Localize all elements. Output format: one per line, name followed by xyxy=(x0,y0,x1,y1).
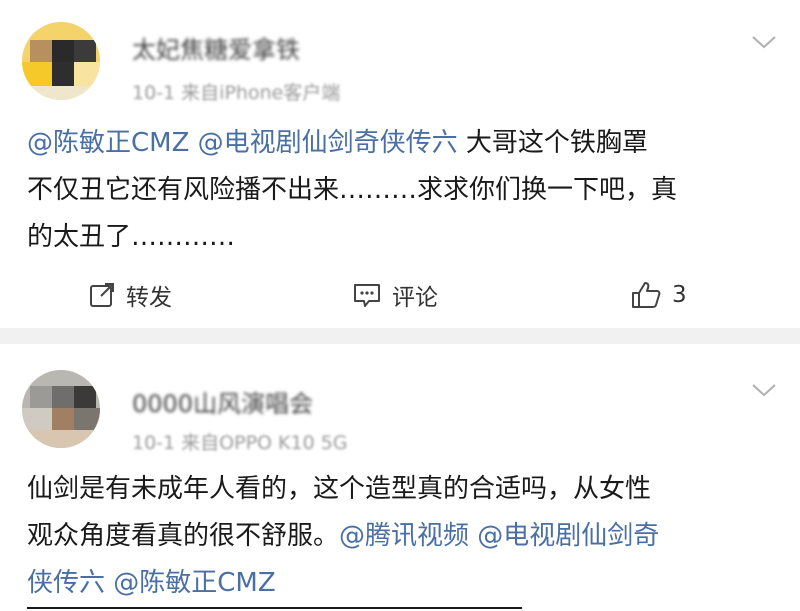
like-button[interactable]: 3 xyxy=(630,278,687,312)
content-text: 仙剑是有未成年人看的，这个造型真的合适吗，从女性 xyxy=(27,474,652,504)
post-content: 仙剑是有未成年人看的，这个造型真的合适吗，从女性 观众角度看真的很不舒服。@腾讯… xyxy=(27,466,777,607)
post-meta: 10-1 来自OPPO K10 5G xyxy=(132,432,348,454)
mention-links[interactable]: @腾讯视频 @电视剧仙剑奇 xyxy=(339,521,659,551)
post-meta: 10-1 来自iPhone客户端 xyxy=(132,82,341,104)
post-content: @陈敏正CMZ @电视剧仙剑奇侠传六 大哥这个铁胸罩 不仅丑它还有风险播不出来…… xyxy=(27,120,777,261)
username[interactable]: 太妃焦糖爱拿铁 xyxy=(132,30,300,65)
mention-links[interactable]: @陈敏正CMZ @电视剧仙剑奇侠传六 xyxy=(27,128,458,158)
repost-button[interactable]: 转发 xyxy=(88,278,172,312)
bottom-divider xyxy=(27,607,522,609)
like-icon xyxy=(632,282,661,308)
content-text: 观众角度看真的很不舒服。 xyxy=(27,521,340,551)
post-card: 0000山风演唱会 10-1 来自OPPO K10 5G 仙剑是有未成年人看的，… xyxy=(0,344,800,611)
like-count: 3 xyxy=(672,282,687,308)
action-bar: 转发 评论 3 xyxy=(0,268,800,322)
avatar[interactable] xyxy=(22,370,100,448)
post-separator xyxy=(0,328,800,344)
username[interactable]: 0000山风演唱会 xyxy=(132,384,313,419)
repost-icon xyxy=(90,283,114,307)
mention-links[interactable]: 侠传六 @陈敏正CMZ xyxy=(27,560,777,607)
comment-label: 评论 xyxy=(392,285,438,311)
chevron-down-icon[interactable] xyxy=(750,380,778,400)
comment-button[interactable]: 评论 xyxy=(352,278,438,312)
content-text: 的太丑了………… xyxy=(27,222,236,252)
content-text: 大哥这个铁胸罩 xyxy=(457,128,648,158)
avatar[interactable] xyxy=(22,22,100,100)
post-card: 太妃焦糖爱拿铁 10-1 来自iPhone客户端 @陈敏正CMZ @电视剧仙剑奇… xyxy=(0,0,800,328)
content-text: 不仅丑它还有风险播不出来………求求你们换一下吧，真 xyxy=(27,175,678,205)
repost-label: 转发 xyxy=(126,285,172,311)
chevron-down-icon[interactable] xyxy=(750,32,778,52)
comment-icon xyxy=(354,284,380,307)
